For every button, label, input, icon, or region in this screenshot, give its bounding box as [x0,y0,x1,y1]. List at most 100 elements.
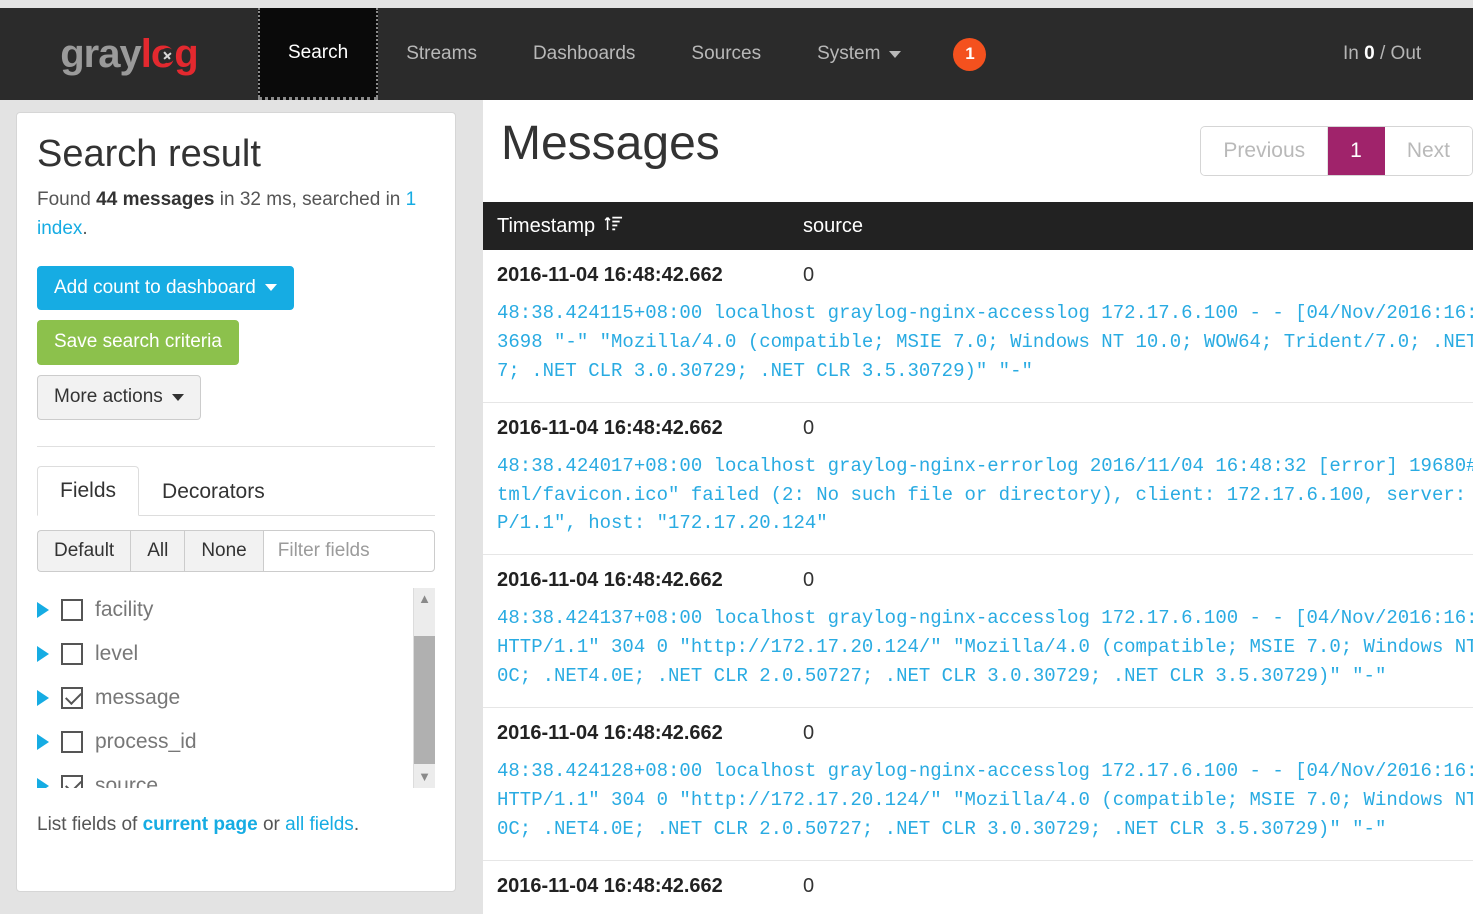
row-summary: 2016-11-04 16:48:42.662 0 [497,569,1473,592]
scrollbar-thumb[interactable] [414,635,435,764]
expand-triangle-icon[interactable] [37,733,49,750]
notification-badge[interactable]: 1 [953,37,987,71]
fields-list-container: facility level message process_id source [37,587,435,788]
table-row[interactable]: 2016-11-04 16:48:42.662 0 48:38.424137+0… [483,555,1473,708]
nav-item-dashboards[interactable]: Dashboards [505,8,663,100]
expand-triangle-icon[interactable] [37,689,49,706]
add-count-label: Add count to dashboard [54,276,256,298]
cell-source: 0 [803,569,815,592]
list-fields-suffix: . [353,813,360,835]
field-checkbox-facility[interactable] [61,598,83,621]
graylog-logo-icon: graylog [60,32,199,76]
messages-panel: Messages Previous 1 Next Timestamp sourc… [483,100,1473,914]
logo-compass-icon [159,48,175,63]
sort-amount-desc-icon[interactable] [604,214,623,239]
tab-decorators[interactable]: Decorators [139,467,288,516]
cell-timestamp: 2016-11-04 16:48:42.662 [497,569,723,592]
field-row-message[interactable]: message [37,676,401,720]
cell-source: 0 [803,874,815,897]
more-actions-button[interactable]: More actions [37,375,201,420]
field-label-process-id: process_id [95,729,197,753]
nav-label-system: System [817,43,881,64]
fields-list: facility level message process_id source [37,588,435,788]
cell-source: 0 [803,264,815,286]
cell-message: 48:38.424115+08:00 localhost graylog-ngi… [497,302,1473,382]
logo-log-text: log [141,32,199,76]
nav-label-dashboards: Dashboards [532,43,636,64]
field-row-source[interactable]: source [37,764,401,788]
filter-fields-input[interactable] [262,529,435,572]
chevron-down-icon [171,394,184,402]
field-label-message: message [95,685,181,709]
field-checkbox-source[interactable] [61,774,83,788]
column-header-source[interactable]: source [803,215,863,238]
pagination-next-button[interactable]: Next [1384,127,1472,175]
graylog-logo-link[interactable]: graylog [0,8,258,100]
sidebar-tabs: Fields Decorators [37,465,435,516]
search-summary: Found 44 messages in 32 ms, searched in … [37,185,435,244]
row-summary: 2016-11-04 16:48:42.662 0 [497,722,1473,745]
expand-triangle-icon[interactable] [37,777,49,788]
fields-all-button[interactable]: All [130,529,185,572]
scroll-down-icon[interactable]: ▼ [414,766,435,788]
field-label-facility: facility [95,597,154,621]
cell-timestamp: 2016-11-04 16:48:42.662 [497,264,723,286]
cell-timestamp: 2016-11-04 16:48:42.662 [497,721,723,744]
nav-item-search[interactable]: Search [258,8,379,100]
nav-item-system[interactable]: System [789,8,929,100]
messages-table: Timestamp source 2016-11-04 16:48:42.662… [483,202,1473,914]
add-count-to-dashboard-button[interactable]: Add count to dashboard [37,265,294,311]
expand-triangle-icon[interactable] [37,601,49,618]
cell-message: 48:38.424017+08:00 localhost graylog-ngi… [497,454,1473,535]
cell-message: 48:38.424128+08:00 localhost graylog-ngi… [497,759,1473,840]
fields-scrollbar[interactable]: ▲ ▼ [413,587,435,788]
expand-triangle-icon[interactable] [37,645,49,662]
save-search-criteria-button[interactable]: Save search criteria [37,320,239,366]
nav-item-streams[interactable]: Streams [378,8,505,100]
table-row[interactable]: 2016-11-04 16:48:42.662 0 48:38.424115+0… [483,250,1473,403]
throughput-in-value: 0 [1364,43,1375,64]
tab-fields[interactable]: Fields [37,465,140,516]
column-label-timestamp: Timestamp [497,214,596,237]
summary-found-prefix: Found [37,188,97,210]
more-actions-label: More actions [54,386,163,408]
field-checkbox-level[interactable] [61,642,83,665]
nav-label-sources: Sources [691,43,762,64]
fields-none-button[interactable]: None [184,529,263,572]
nav-label-search: Search [288,41,349,63]
nav-item-sources[interactable]: Sources [663,8,789,100]
list-fields-footer: List fields of current page or all field… [37,814,435,836]
table-row[interactable]: 2016-11-04 16:48:42.662 0 48:38.424017+0… [483,403,1473,556]
cell-source: 0 [803,416,815,439]
field-row-level[interactable]: level [37,632,401,676]
cell-timestamp: 2016-11-04 16:48:42.662 [497,874,723,897]
nav-label-streams: Streams [406,43,477,64]
current-page-link[interactable]: current page [143,814,258,835]
throughput-out-label: / Out [1374,43,1422,64]
field-checkbox-process-id[interactable] [61,730,83,753]
more-actions-row: More actions [37,375,435,420]
scroll-up-icon[interactable]: ▲ [414,588,435,610]
field-row-facility[interactable]: facility [37,588,401,632]
list-fields-prefix: List fields of [37,813,143,835]
field-checkbox-message[interactable] [61,686,83,709]
pagination-page-1-button[interactable]: 1 [1328,127,1385,175]
throughput-in-label: In [1343,43,1365,64]
field-filter-bar: Default All None [37,529,435,572]
cell-source: 0 [803,721,815,744]
table-header-row: Timestamp source [483,202,1473,250]
field-row-process-id[interactable]: process_id [37,720,401,764]
page-title: Search result [37,133,261,175]
row-summary: 2016-11-04 16:48:42.662 0 [497,875,1473,898]
column-header-timestamp[interactable]: Timestamp [497,214,803,239]
all-fields-link[interactable]: all fields [285,814,354,835]
cell-message: 48:38.424137+08:00 localhost graylog-ngi… [497,607,1473,687]
pagination-previous-button[interactable]: Previous [1201,127,1329,175]
summary-time: in 32 ms, searched in [214,188,406,210]
table-row[interactable]: 2016-11-04 16:48:42.662 0 48:38.424128+0… [483,708,1473,861]
summary-message-count: 44 messages [96,188,215,210]
table-row[interactable]: 2016-11-04 16:48:42.662 0 48:38.424146+0… [483,861,1473,914]
fields-default-button[interactable]: Default [37,529,131,572]
summary-period: . [82,218,88,240]
throughput-indicator: In 0 / Out [1343,43,1473,65]
